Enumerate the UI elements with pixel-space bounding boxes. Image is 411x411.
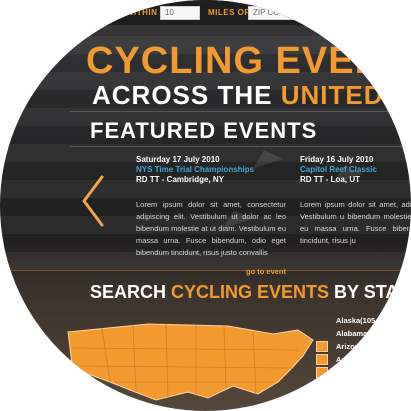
state-item-arizona[interactable]: Arizon: [324, 340, 411, 353]
location-search-bar: L WITHIN 10 MILES OF ZIP CO: [0, 0, 411, 26]
zip-code-input[interactable]: ZIP CO: [248, 6, 306, 20]
event-name-link[interactable]: Capitol Reef Classic: [300, 165, 411, 175]
miles-input[interactable]: 10: [160, 6, 200, 20]
divider: [70, 146, 411, 147]
event-description: Lorem ipsum dolor sit amet, consectetur …: [136, 200, 286, 257]
state-item-alaska[interactable]: Alaska(105: [324, 314, 411, 327]
state-marker-icon[interactable]: [316, 354, 328, 365]
hero-subtitle-orange: UNITED STATES: [280, 80, 411, 110]
hero-subtitle-white: ACROSS THE: [92, 80, 281, 110]
event-card[interactable]: Saturday 17 July 2010 NYS Time Trial Cha…: [136, 155, 286, 276]
hero-subtitle: ACROSS THE UNITED STATES: [92, 80, 411, 111]
event-name-link[interactable]: NYS Time Trial Championships: [136, 165, 286, 175]
prev-arrow-icon[interactable]: [80, 175, 106, 227]
within-label: L WITHIN: [118, 8, 158, 17]
event-card[interactable]: Friday 16 July 2010 Capitol Reef Classic…: [300, 155, 411, 247]
state-item-alabama[interactable]: Alabama: [324, 327, 411, 340]
state-search-heading-white2: BY STATE: [329, 282, 411, 302]
divider: [70, 111, 411, 112]
event-location: RD TT - Loa, UT: [300, 175, 360, 184]
event-description: Lorem ipsum dolor sit amet, adipiscing e…: [300, 200, 411, 245]
section-divider: [0, 270, 411, 271]
featured-heading: FEATURED EVENTS: [90, 118, 318, 143]
state-item-arkansas[interactable]: Ark: [324, 353, 411, 366]
state-list: Alaska(105 Alabama Arizon Ark: [324, 314, 411, 366]
miles-of-label: MILES OF: [208, 8, 250, 17]
us-states-map[interactable]: [28, 312, 328, 407]
hero-title: CYCLING EVENTS: [86, 40, 411, 82]
state-search-heading: SEARCH CYCLING EVENTS BY STATE: [90, 282, 411, 303]
state-marker-icon[interactable]: [316, 367, 328, 378]
event-date: Saturday 17 July 2010: [136, 155, 220, 164]
event-date: Friday 16 July 2010: [300, 155, 374, 164]
page-viewport: L WITHIN 10 MILES OF ZIP CO CYCLING EVEN…: [0, 0, 411, 411]
state-search-heading-white: SEARCH: [90, 282, 172, 302]
state-search-heading-orange: CYCLING EVENTS: [171, 282, 330, 302]
event-location: RD TT - Cambridge, NY: [136, 175, 225, 184]
state-marker-icon[interactable]: [316, 341, 328, 352]
go-to-event-link[interactable]: go to event: [136, 267, 286, 276]
